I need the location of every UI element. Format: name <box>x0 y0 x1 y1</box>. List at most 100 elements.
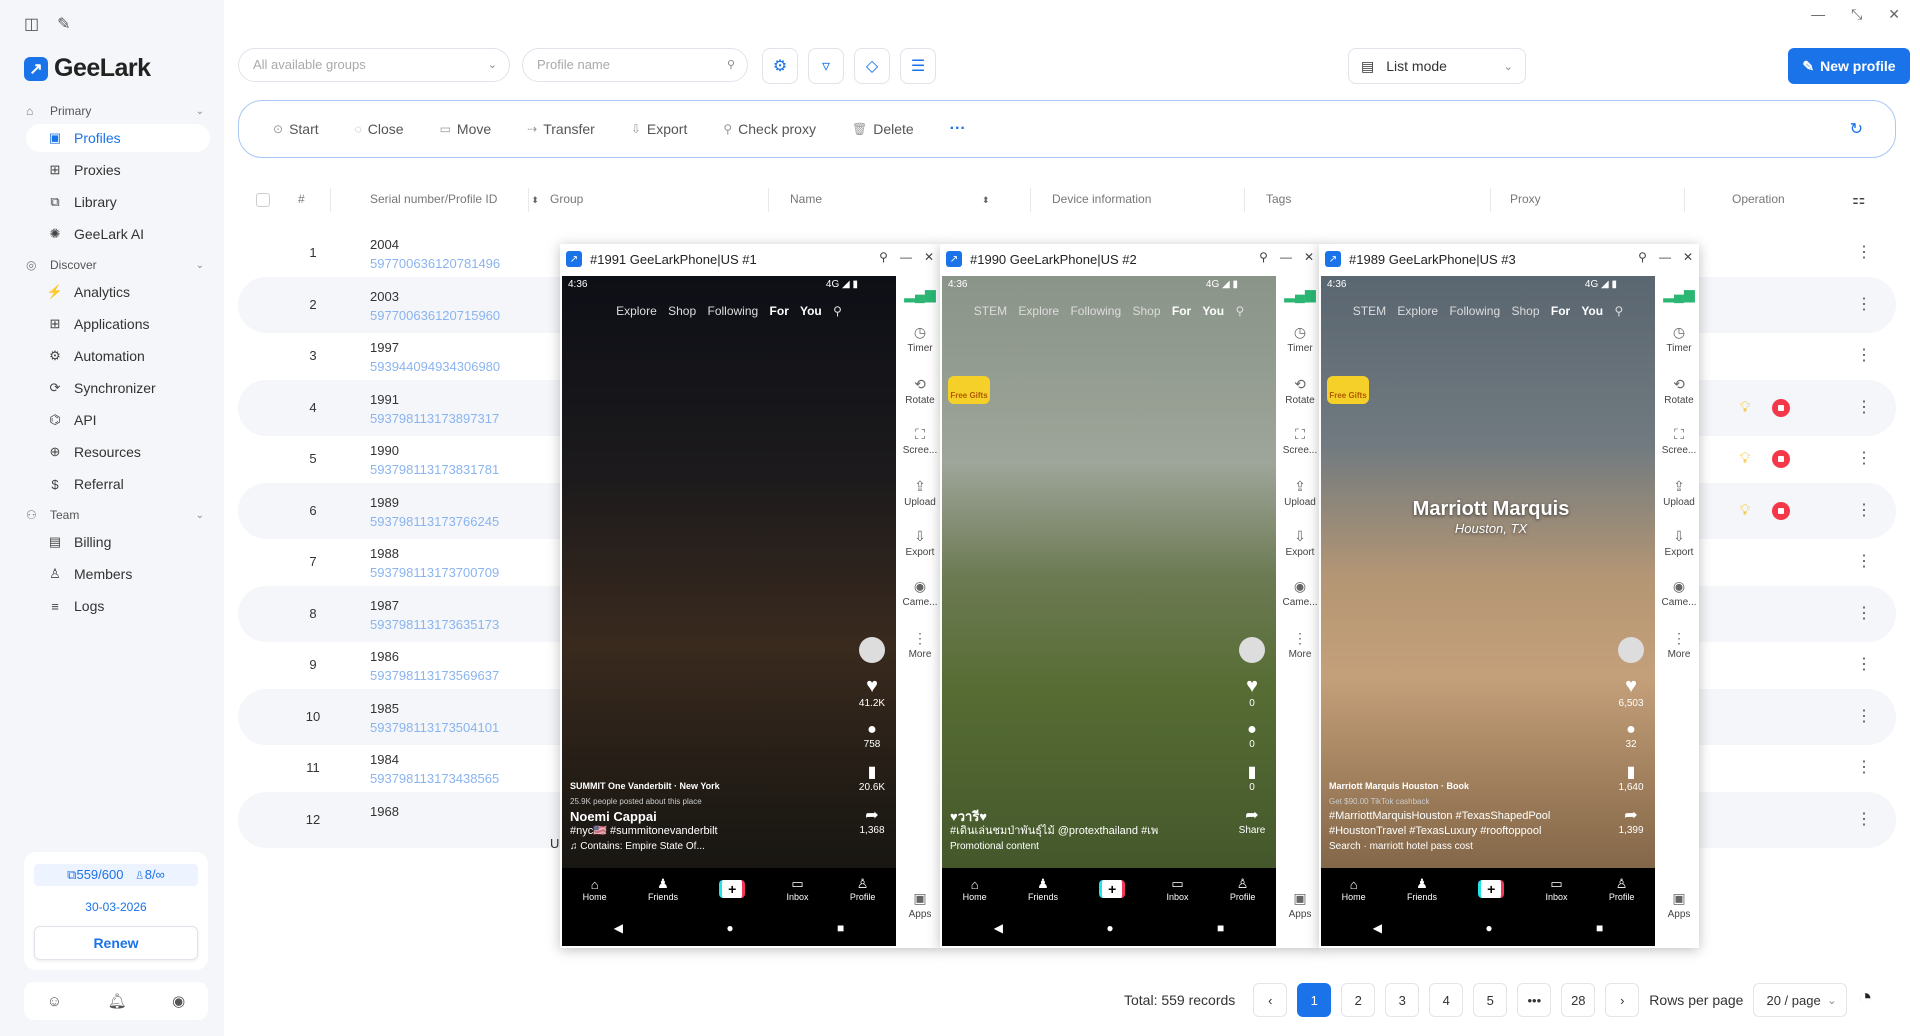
close-window-icon[interactable]: ✕ <box>1888 6 1900 23</box>
recents-icon[interactable]: ■ <box>1217 921 1224 935</box>
feed-tab[interactable]: For You <box>770 304 822 318</box>
phone-window-titlebar[interactable]: ↗ #1991 GeeLarkPhone|US #1 ⚲ — ✕ <box>560 244 940 274</box>
new-profile-button[interactable]: ✎ New profile <box>1788 48 1910 84</box>
phone-nav-item[interactable]: ▭ Inbox <box>787 876 809 902</box>
phone-nav-item[interactable]: ♙ Profile <box>1230 876 1256 902</box>
nav-section-discover[interactable]: ◎ Discover ⌄ <box>20 254 210 276</box>
phone-nav-item[interactable]: ⌂ Home <box>583 877 607 902</box>
save-action[interactable]: ▮ 20.6K <box>856 762 888 793</box>
minimize-icon[interactable]: — <box>900 250 912 264</box>
phone-tool-timer[interactable]: ◷ Timer <box>1659 324 1699 354</box>
recents-icon[interactable]: ■ <box>837 921 844 935</box>
free-gifts-badge[interactable]: Free Gifts <box>1327 376 1369 404</box>
phone-tool-scree[interactable]: ⛶ Scree... <box>1659 426 1699 456</box>
stop-icon[interactable] <box>1772 501 1790 520</box>
profile-id[interactable]: 593798113173635173 <box>370 617 499 632</box>
phone-tool-apps[interactable]: ▣ Apps <box>1659 890 1699 920</box>
home-icon[interactable]: ● <box>1106 921 1113 935</box>
back-icon[interactable]: ◀ <box>614 921 623 935</box>
sidebar-item-analytics[interactable]: ⚡ Analytics <box>26 278 210 306</box>
minimize-icon[interactable]: — <box>1280 250 1292 264</box>
caption-music[interactable]: Promotional content <box>950 839 1200 854</box>
action-start[interactable]: ⊙ Start <box>273 121 319 137</box>
page-button[interactable]: 4 <box>1429 983 1464 1017</box>
feed-tab[interactable]: Explore <box>1018 304 1059 318</box>
profile-id[interactable]: 593798113173897317 <box>370 411 499 426</box>
sidebar-item-profiles[interactable]: ▣ Profiles <box>26 124 210 152</box>
creator-avatar[interactable] <box>1618 637 1644 663</box>
phone-tool-scree[interactable]: ⛶ Scree... <box>900 426 940 456</box>
row-menu-icon[interactable]: ⋮ <box>1856 689 1872 745</box>
sidebar-item-api[interactable]: ⌬ API <box>26 406 210 434</box>
sort-icon[interactable]: ⬍ <box>531 195 539 205</box>
feed-tab[interactable]: Shop <box>668 304 696 318</box>
feed-tab[interactable]: Following <box>707 304 758 318</box>
phone-window-titlebar[interactable]: ↗ #1990 GeeLarkPhone|US #2 ⚲ — ✕ <box>940 244 1320 274</box>
phone-tool-came[interactable]: ◉ Came... <box>1659 578 1699 608</box>
phone-nav-item[interactable]: ♟ Friends <box>1407 876 1437 902</box>
sort-icon[interactable]: ⬍ <box>982 195 990 205</box>
caption-author[interactable]: Noemi Cappai <box>570 809 820 824</box>
feed-tab[interactable]: For You <box>1551 304 1603 318</box>
caption-music[interactable]: ♫ Contains: Empire State Of... <box>570 839 820 854</box>
lightbulb-icon[interactable]: 💡︎ <box>1736 450 1754 468</box>
cloud-phone-window[interactable]: ↗ #1989 GeeLarkPhone|US #3 ⚲ — ✕ 4:36 4G ◢ ▮ ST… <box>1319 244 1699 948</box>
home-icon[interactable]: ● <box>726 921 733 935</box>
page-button[interactable]: 3 <box>1385 983 1420 1017</box>
notification-bell-icon[interactable]: 🔔︎ <box>108 992 127 1010</box>
search-icon[interactable]: ⚲ <box>1235 304 1244 318</box>
edit-icon[interactable]: ✎ <box>57 14 70 34</box>
feed-tab[interactable]: Shop <box>1512 304 1540 318</box>
sidebar-item-proxies[interactable]: ⊞ Proxies <box>26 156 210 184</box>
sidebar-item-synchronizer[interactable]: ⟳ Synchronizer <box>26 374 210 402</box>
view-mode-select[interactable]: ▤ List mode ⌄ <box>1348 48 1526 84</box>
phone-tool-came[interactable]: ◉ Came... <box>1280 578 1320 608</box>
phone-screen[interactable]: 4:36 4G ◢ ▮ STEM Explore Following Shop Fo… <box>942 276 1276 946</box>
row-menu-icon[interactable]: ⋮ <box>1856 380 1872 436</box>
phone-tool-upload[interactable]: ⇪ Upload <box>1280 478 1320 508</box>
save-action[interactable]: ▮ 1,640 <box>1615 762 1647 793</box>
page-button[interactable]: 5 <box>1473 983 1508 1017</box>
stop-icon[interactable] <box>1772 450 1790 468</box>
stop-icon[interactable] <box>1772 398 1790 417</box>
free-gifts-badge[interactable]: Free Gifts <box>948 376 990 404</box>
feed-tab[interactable]: Explore <box>1397 304 1438 318</box>
phone-tool-upload[interactable]: ⇪ Upload <box>900 478 940 508</box>
sidebar-item-automation[interactable]: ⚙ Automation <box>26 342 210 370</box>
sidebar-item-members[interactable]: ♙ Members <box>26 560 210 588</box>
phone-nav-item[interactable]: ♙ Profile <box>1609 876 1635 902</box>
phone-nav-item[interactable]: ♟ Friends <box>648 876 678 902</box>
phone-tool-rotate[interactable]: ⟲ Rotate <box>1659 376 1699 406</box>
phone-window-titlebar[interactable]: ↗ #1989 GeeLarkPhone|US #3 ⚲ — ✕ <box>1319 244 1699 274</box>
row-menu-icon[interactable]: ⋮ <box>1856 328 1872 384</box>
profile-id[interactable]: 593798113173700709 <box>370 565 499 580</box>
row-menu-icon[interactable]: ⋮ <box>1856 431 1872 487</box>
profile-id[interactable]: 593798113173569637 <box>370 668 499 683</box>
action-transfer[interactable]: ⇢ Transfer <box>527 121 595 137</box>
feed-tab[interactable]: STEM <box>974 304 1007 318</box>
col-serial[interactable]: Serial number/Profile ID ⬍ <box>370 192 539 206</box>
comment-action[interactable]: ● 0 <box>1236 721 1268 750</box>
phone-tool-export[interactable]: ⇩ Export <box>900 528 940 558</box>
caption-music[interactable]: Search · marriott hotel pass cost <box>1329 839 1579 854</box>
feed-tab[interactable]: Explore <box>616 304 657 318</box>
sidebar-item-logs[interactable]: ≡ Logs <box>26 592 210 620</box>
lightbulb-icon[interactable]: 💡︎ <box>1736 502 1754 520</box>
renew-button[interactable]: Renew <box>34 926 198 960</box>
creator-avatar[interactable] <box>1239 637 1265 663</box>
recents-icon[interactable]: ■ <box>1596 921 1603 935</box>
close-icon[interactable]: ✕ <box>924 250 934 264</box>
cloud-phone-window[interactable]: ↗ #1991 GeeLarkPhone|US #1 ⚲ — ✕ 4:36 4G ◢ ▮ Ex… <box>560 244 940 948</box>
phone-tool-apps[interactable]: ▣ Apps <box>900 890 940 920</box>
sidebar-toggle-icon[interactable]: ◫ <box>24 14 39 34</box>
share-action[interactable]: ➦ 1,368 <box>856 805 888 836</box>
pin-icon[interactable]: ⚲ <box>1259 250 1268 264</box>
bucket-button[interactable]: ▿ <box>808 48 844 84</box>
phone-nav-item[interactable]: ♙ Profile <box>850 876 876 902</box>
row-menu-icon[interactable]: ⋮ <box>1856 225 1872 281</box>
comment-action[interactable]: ● 32 <box>1615 721 1647 750</box>
phone-nav-item[interactable]: ♟ Friends <box>1028 876 1058 902</box>
lightbulb-icon[interactable]: 💡︎ <box>1736 399 1754 417</box>
phone-nav-item[interactable]: ⌂ Home <box>963 877 987 902</box>
caption-location[interactable]: Marriott Marquis Houston · Book <box>1329 779 1579 794</box>
